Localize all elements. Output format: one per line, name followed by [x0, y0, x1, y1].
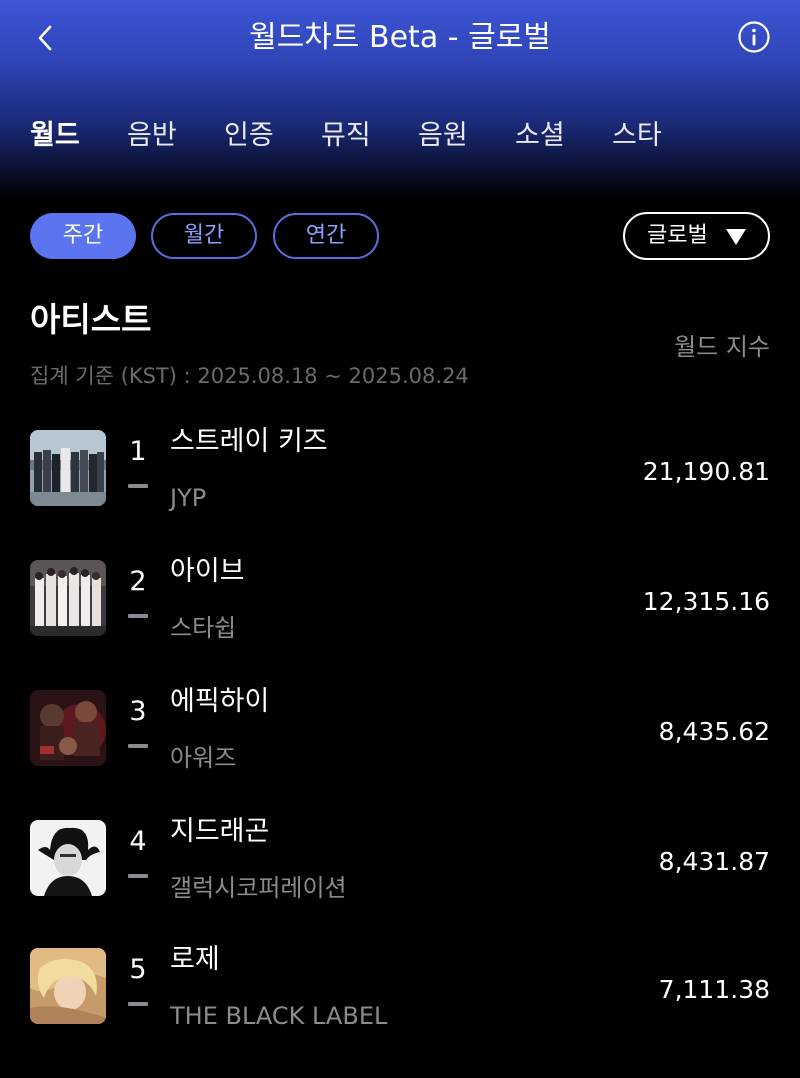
- filter-monthly-button[interactable]: 월간: [151, 213, 257, 259]
- world-index-score: 8,435.62: [658, 717, 770, 746]
- rank-unchanged-icon: [128, 484, 148, 488]
- artist-name: 로제: [170, 944, 220, 975]
- agency-name: JYP: [170, 484, 207, 512]
- artist-name: 스트레이 키즈: [170, 426, 328, 457]
- rank-number: 1: [129, 436, 147, 467]
- artist-thumbnail: [30, 820, 106, 896]
- region-dropdown[interactable]: 글로벌: [623, 212, 770, 260]
- tab-social[interactable]: 소셜: [515, 112, 565, 160]
- aggregation-period: 집계 기준 (KST) : 2025.08.18 ~ 2025.08.24: [30, 364, 469, 388]
- agency-name: 갤럭시코퍼레이션: [170, 874, 347, 902]
- tab-album[interactable]: 음반: [127, 112, 177, 160]
- top-bar: 월드차트 Beta - 글로벌: [0, 0, 800, 80]
- artist-thumbnail: [30, 430, 106, 506]
- rank-number: 3: [129, 696, 147, 727]
- tab-music[interactable]: 뮤직: [321, 112, 371, 160]
- tab-star[interactable]: 스타: [612, 112, 662, 160]
- chart-row[interactable]: 3 에픽하이 아워즈 8,435.62: [0, 686, 800, 820]
- info-button[interactable]: [737, 20, 771, 54]
- caret-down-icon: [726, 229, 746, 245]
- world-index-score: 7,111.38: [658, 975, 770, 1004]
- tab-certification[interactable]: 인증: [224, 112, 274, 160]
- artist-thumbnail: [30, 560, 106, 636]
- rank-number: 4: [129, 826, 147, 857]
- agency-name: 아워즈: [170, 744, 237, 772]
- rank-unchanged-icon: [128, 874, 148, 878]
- info-icon: [738, 21, 770, 53]
- chart-row[interactable]: 4 지드래곤 갤럭시코퍼레이션 8,431.87: [0, 816, 800, 950]
- artist-thumbnail: [30, 948, 106, 1024]
- world-index-score: 12,315.16: [642, 587, 770, 616]
- rank-unchanged-icon: [128, 614, 148, 618]
- category-tabs: 월드 음반 인증 뮤직 음원 소셜 스타: [0, 112, 800, 160]
- chart-row[interactable]: 1 스트레이 키즈 JYP 21,190.81: [0, 426, 800, 560]
- section-title: 아티스트: [30, 300, 152, 339]
- world-index-score: 21,190.81: [642, 457, 770, 486]
- rank-number: 5: [129, 954, 147, 985]
- score-column-header: 월드 지수: [674, 333, 770, 361]
- rank-unchanged-icon: [128, 1002, 148, 1006]
- chart-row[interactable]: 2 아이브 스타쉽 12,315.16: [0, 556, 800, 690]
- rank-unchanged-icon: [128, 744, 148, 748]
- artist-name: 지드래곤: [170, 816, 270, 847]
- agency-name: THE BLACK LABEL: [170, 1002, 388, 1030]
- world-index-score: 8,431.87: [658, 847, 770, 876]
- tab-world[interactable]: 월드: [30, 112, 80, 160]
- filter-weekly-button[interactable]: 주간: [30, 213, 136, 259]
- page-title: 월드차트 Beta - 글로벌: [249, 20, 551, 55]
- artist-name: 에픽하이: [170, 686, 270, 717]
- agency-name: 스타쉽: [170, 614, 237, 642]
- artist-thumbnail: [30, 690, 106, 766]
- artist-name: 아이브: [170, 556, 245, 587]
- chart-row[interactable]: 5 로제 THE BLACK LABEL 7,111.38: [0, 944, 800, 1078]
- filter-yearly-button[interactable]: 연간: [273, 213, 379, 259]
- rank-number: 2: [129, 566, 147, 597]
- region-dropdown-label: 글로벌: [647, 223, 708, 248]
- tab-audio[interactable]: 음원: [418, 112, 468, 160]
